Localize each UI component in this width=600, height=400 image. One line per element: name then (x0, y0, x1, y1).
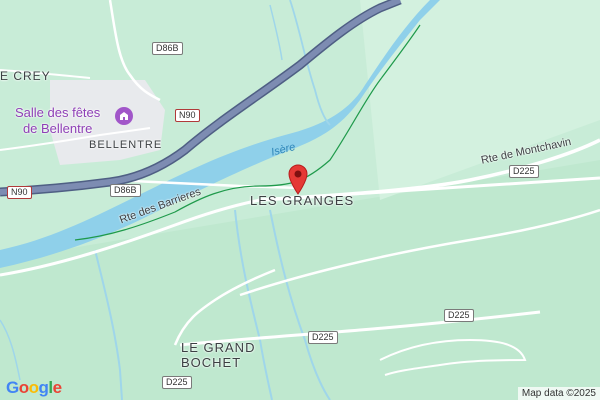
place-label-le-grand-bochet-line1: LE GRAND (181, 340, 256, 355)
road-shield-d225: D225 (444, 309, 474, 322)
google-logo[interactable]: Google (6, 378, 62, 398)
road-shield-d86b: D86B (110, 184, 141, 197)
road-shield-n90: N90 (7, 186, 32, 199)
place-label-le-grand-bochet-line2: BOCHET (181, 355, 242, 370)
map-pin-glyph (288, 164, 308, 195)
road-shield-n90: N90 (175, 109, 200, 122)
place-label-le-crey: E CREY (0, 69, 51, 83)
place-label-bellentre: BELLENTRE (89, 139, 163, 151)
road-shield-d225: D225 (509, 165, 539, 178)
road-shield-d225: D225 (308, 331, 338, 344)
place-label-les-granges[interactable]: LES GRANGES (250, 193, 354, 208)
building-icon[interactable] (115, 107, 133, 125)
road-shield-d86b: D86B (152, 42, 183, 55)
map-attribution[interactable]: Map data ©2025 (517, 387, 600, 400)
poi-label-line2: de Bellentre (22, 121, 93, 136)
map-pin-icon[interactable] (287, 163, 309, 195)
poi-label-salle-des-fetes[interactable]: Salle des fêtes de Bellentre (15, 105, 100, 137)
road-shield-d225: D225 (162, 376, 192, 389)
building-icon-glyph (120, 112, 128, 120)
poi-label-line1: Salle des fêtes (15, 105, 101, 120)
